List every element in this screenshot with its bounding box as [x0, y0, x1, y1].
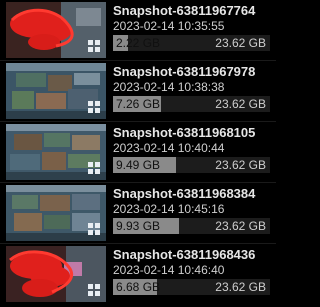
- snapshot-thumbnail[interactable]: [6, 2, 106, 58]
- snapshot-row[interactable]: Snapshot-63811968105 2023-02-14 10:40:44…: [0, 122, 276, 183]
- snapshot-name: Snapshot-63811967978: [113, 64, 256, 79]
- snapshot-date: 2023-02-14 10:35:55: [113, 19, 225, 33]
- snapshot-name: Snapshot-63811968384: [113, 186, 256, 201]
- snapshot-date: 2023-02-14 10:40:44: [113, 141, 225, 155]
- snapshot-total-size: 23.62 GB: [215, 280, 266, 294]
- snapshot-size-bar: 7.26 GB 23.62 GB: [113, 96, 270, 112]
- snapshot-thumbnail[interactable]: [6, 246, 106, 302]
- snapshot-total-size: 23.62 GB: [215, 97, 266, 111]
- snapshot-total-size: 23.62 GB: [215, 219, 266, 233]
- snapshot-thumbnail[interactable]: [6, 185, 106, 241]
- snapshot-size-bar: 9.93 GB 23.62 GB: [113, 218, 270, 234]
- snapshot-size-bar: 2.22 GB 23.62 GB: [113, 35, 270, 51]
- snapshot-size-bar: 9.49 GB 23.62 GB: [113, 157, 270, 173]
- snapshot-used-size: 6.68 GB: [116, 280, 161, 294]
- snapshot-used-size: 7.26 GB: [116, 97, 161, 111]
- snapshot-thumbnail[interactable]: [6, 63, 106, 119]
- snapshot-date: 2023-02-14 10:46:40: [113, 263, 225, 277]
- snapshot-size-bar: 6.68 GB 23.62 GB: [113, 279, 270, 295]
- snapshot-date: 2023-02-14 10:38:38: [113, 80, 225, 94]
- snapshot-name: Snapshot-63811967764: [113, 3, 256, 18]
- snapshot-row[interactable]: Snapshot-63811967978 2023-02-14 10:38:38…: [0, 61, 276, 122]
- snapshot-name: Snapshot-63811968105: [113, 125, 256, 140]
- snapshot-total-size: 23.62 GB: [215, 36, 266, 50]
- snapshot-row[interactable]: Snapshot-63811968436 2023-02-14 10:46:40…: [0, 244, 276, 305]
- snapshot-used-size: 9.49 GB: [116, 158, 161, 172]
- windows-logo-icon: [88, 40, 100, 52]
- windows-logo-icon: [88, 284, 100, 296]
- snapshot-used-size: 9.93 GB: [116, 219, 161, 233]
- windows-logo-icon: [88, 223, 100, 235]
- windows-logo-icon: [88, 101, 100, 113]
- windows-logo-icon: [88, 162, 100, 174]
- snapshot-thumbnail[interactable]: [6, 124, 106, 180]
- snapshot-row[interactable]: Snapshot-63811967764 2023-02-14 10:35:55…: [0, 0, 276, 61]
- snapshot-total-size: 23.62 GB: [215, 158, 266, 172]
- snapshot-row[interactable]: Snapshot-63811968384 2023-02-14 10:45:16…: [0, 183, 276, 244]
- snapshot-list: Snapshot-63811967764 2023-02-14 10:35:55…: [0, 0, 276, 307]
- snapshot-date: 2023-02-14 10:45:16: [113, 202, 225, 216]
- snapshot-name: Snapshot-63811968436: [113, 247, 256, 262]
- snapshot-used-size: 2.22 GB: [116, 36, 161, 50]
